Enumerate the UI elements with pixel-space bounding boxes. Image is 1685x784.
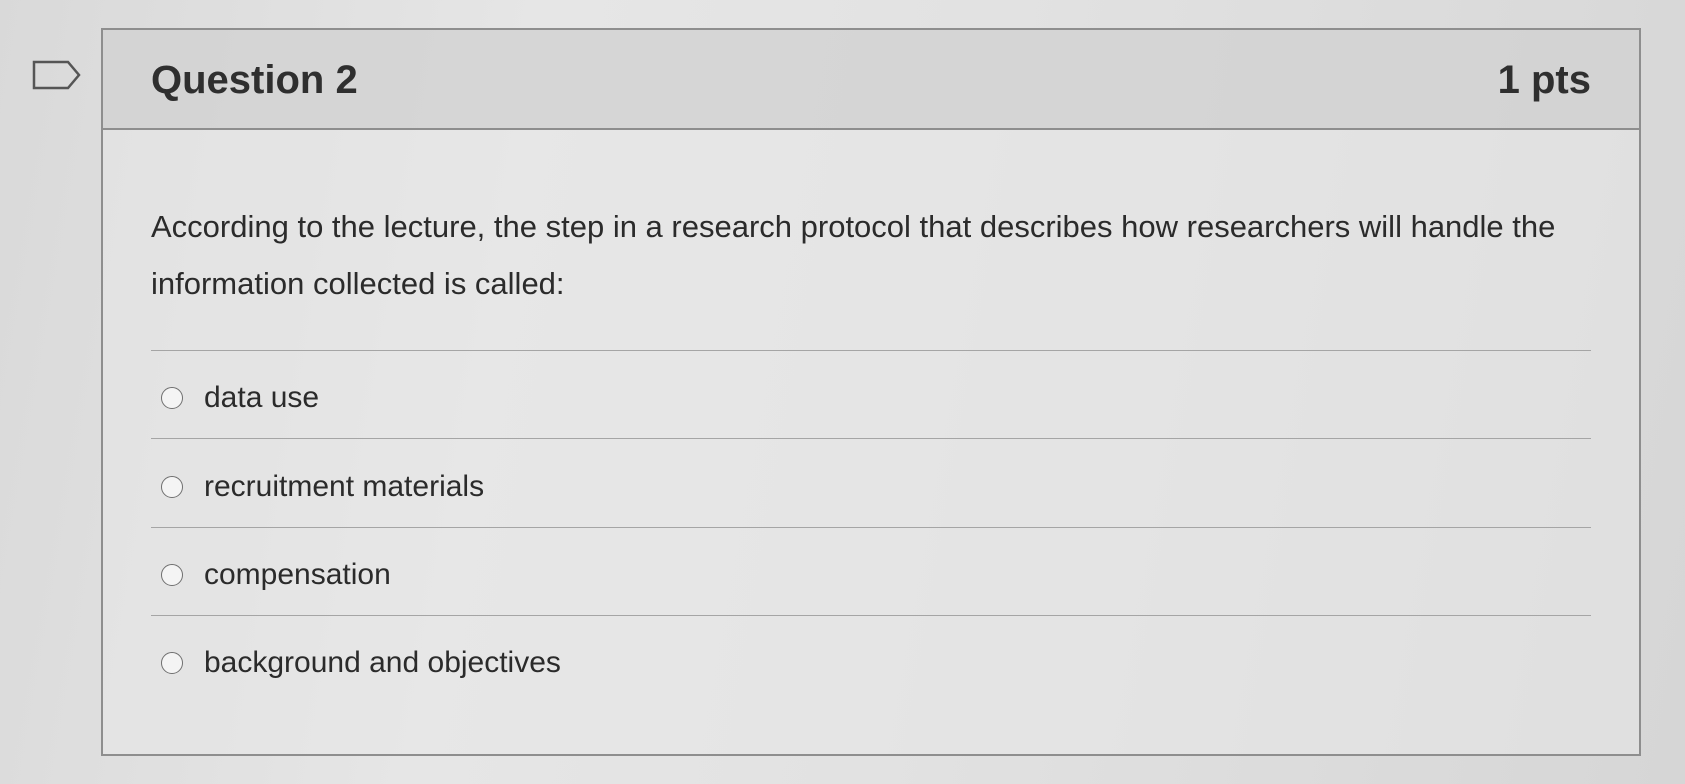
radio-button[interactable] (161, 476, 183, 498)
answer-divider (151, 438, 1591, 439)
answer-label: background and objectives (204, 646, 561, 679)
question-card: Question 2 1 pts According to the lectur… (101, 28, 1641, 756)
answer-label: data use (204, 381, 320, 414)
answer-label: compensation (204, 558, 391, 591)
answer-divider (151, 527, 1591, 528)
radio-button[interactable] (161, 652, 183, 674)
radio-button[interactable] (161, 387, 183, 409)
answer-option-background-and-objectives[interactable]: background and objectives (161, 643, 561, 683)
answer-divider (151, 615, 1591, 616)
question-title: Question 2 (151, 58, 358, 102)
answer-divider (151, 350, 1591, 351)
question-header: Question 2 1 pts (103, 30, 1639, 130)
answer-option-data-use[interactable]: data use (161, 378, 319, 418)
radio-button[interactable] (161, 564, 183, 586)
question-text: According to the lecture, the step in a … (151, 209, 1556, 301)
answer-option-recruitment-materials[interactable]: recruitment materials (161, 467, 484, 507)
question-points: 1 pts (1497, 58, 1591, 102)
answer-option-compensation[interactable]: compensation (161, 555, 391, 595)
flag-question-icon[interactable] (32, 60, 82, 90)
answer-label: recruitment materials (204, 470, 485, 503)
